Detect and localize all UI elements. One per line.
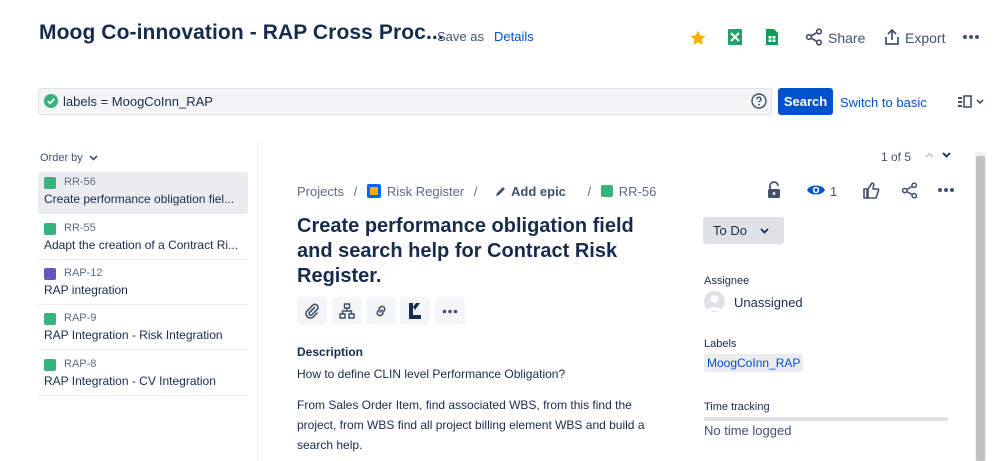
list-item[interactable]: RAP-12 RAP integration [38, 263, 248, 305]
more-icon[interactable] [961, 28, 981, 46]
description-heading: Description [297, 345, 364, 359]
excel-icon[interactable] [727, 27, 743, 47]
time-tracking-bar [704, 417, 948, 421]
link-issue-button[interactable] [366, 297, 396, 325]
story-icon [44, 223, 56, 235]
status-label: To Do [713, 223, 747, 238]
list-item[interactable]: RR-56 Create performance obligation fiel… [38, 172, 248, 214]
story-icon [600, 185, 613, 197]
export-icon[interactable] [884, 27, 900, 47]
issue-summary: RAP Integration - Risk Integration [44, 328, 223, 342]
view-switcher-icon[interactable] [957, 95, 985, 108]
description-text[interactable]: From Sales Order Item, find associated W… [297, 395, 657, 455]
hierarchy-icon [339, 303, 355, 319]
chevron-down-icon [760, 227, 769, 234]
issue-summary: RAP Integration - CV Integration [44, 374, 216, 388]
jql-query-text[interactable]: labels = MoogCoInn_RAP [63, 94, 213, 109]
order-by-button[interactable]: Order by [40, 152, 98, 164]
page-title: Moog Co-innovation - RAP Cross Proc... [39, 21, 444, 44]
watchers-count[interactable]: 1 [830, 184, 837, 199]
list-item[interactable]: RR-55 Adapt the creation of a Contract R… [38, 218, 248, 260]
share-icon[interactable] [901, 182, 918, 199]
panel-divider [257, 142, 258, 461]
paperclip-icon [304, 303, 320, 319]
pagination-count: 1 of 5 [881, 150, 912, 164]
issue-title[interactable]: Create performance obligation field and … [297, 214, 657, 289]
watch-icon[interactable] [806, 182, 826, 198]
thumbs-up-icon[interactable] [863, 182, 880, 199]
breadcrumb-separator: / [587, 184, 592, 199]
more-icon[interactable] [937, 187, 955, 193]
status-button[interactable]: To Do [703, 217, 784, 244]
chevron-down-icon[interactable] [942, 152, 951, 158]
breadcrumb-projects[interactable]: Projects [297, 184, 344, 199]
description-text[interactable]: How to define CLIN level Performance Obl… [297, 364, 657, 384]
search-button[interactable]: Search [778, 88, 833, 115]
help-icon[interactable] [751, 93, 767, 109]
assignee-value[interactable]: Unassigned [734, 295, 803, 310]
switch-to-basic-link[interactable]: Switch to basic [840, 95, 927, 110]
pencil-icon [495, 185, 506, 200]
list-item[interactable]: RAP-9 RAP Integration - Risk Integration [38, 308, 248, 350]
more-actions-button[interactable] [435, 297, 465, 325]
star-icon[interactable] [689, 28, 707, 48]
child-issue-button[interactable] [332, 297, 362, 325]
chevron-up-icon[interactable] [925, 152, 934, 158]
assignee-label: Assignee [704, 275, 750, 287]
breadcrumb-separator: / [353, 184, 358, 199]
export-button[interactable]: Export [905, 30, 945, 46]
share-icon[interactable] [805, 27, 823, 47]
attach-button[interactable] [297, 297, 327, 325]
share-button[interactable]: Share [828, 30, 865, 46]
time-tracking-value[interactable]: No time logged [704, 423, 791, 438]
lock-icon[interactable] [767, 181, 781, 199]
issue-key: RAP-8 [64, 358, 97, 370]
list-item[interactable]: RAP-8 RAP Integration - CV Integration [38, 354, 248, 396]
breadcrumb-project[interactable]: Risk Register [387, 184, 464, 199]
issue-summary: RAP integration [44, 283, 128, 297]
project-avatar-icon [366, 184, 381, 198]
issue-key: RR-56 [64, 176, 96, 188]
breadcrumb: Projects / Risk Register / Add epic / RR… [297, 184, 656, 200]
add-epic-button[interactable]: Add epic [511, 184, 566, 199]
issue-summary: Adapt the creation of a Contract Ri... [44, 238, 239, 252]
save-as-button[interactable]: Save as [437, 29, 484, 44]
scrollbar-thumb[interactable] [976, 156, 985, 461]
label-chip[interactable]: MoogCoInn_RAP [704, 354, 804, 372]
valid-check-icon [44, 94, 58, 108]
time-tracking-label: Time tracking [704, 401, 770, 413]
issue-key: RAP-9 [64, 312, 97, 324]
link-icon [373, 303, 389, 319]
story-icon [44, 313, 56, 325]
issue-key: RAP-12 [64, 267, 103, 279]
order-by-label: Order by [40, 152, 83, 164]
app-button[interactable] [400, 297, 430, 325]
google-sheets-icon[interactable] [765, 27, 779, 47]
app-logo-icon [407, 302, 423, 320]
story-icon [44, 359, 56, 371]
breadcrumb-issue-key[interactable]: RR-56 [619, 184, 657, 199]
details-link[interactable]: Details [494, 29, 534, 44]
issue-key: RR-55 [64, 222, 96, 234]
breadcrumb-separator: / [473, 184, 478, 199]
chevron-down-icon [89, 152, 98, 164]
labels-label: Labels [704, 338, 737, 350]
avatar [704, 291, 725, 312]
story-icon [44, 177, 56, 189]
epic-icon [44, 268, 56, 280]
issue-summary: Create performance obligation fiel... [44, 192, 235, 206]
more-icon [442, 309, 458, 314]
